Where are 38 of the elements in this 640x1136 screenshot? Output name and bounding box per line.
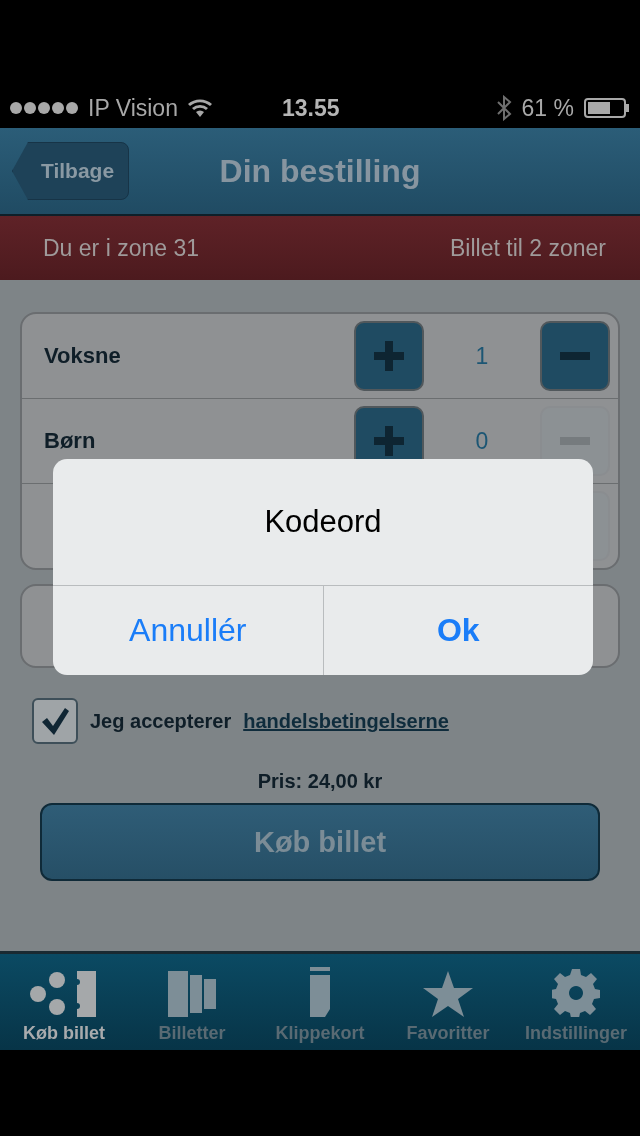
buy-button[interactable]: Køb billet xyxy=(40,803,600,881)
plus-icon xyxy=(374,426,404,456)
signal-icon xyxy=(10,102,78,114)
terms-checkbox[interactable] xyxy=(32,698,78,744)
wifi-icon xyxy=(187,99,212,117)
battery-icon xyxy=(584,98,630,118)
minus-icon xyxy=(560,352,590,360)
clock-time: 13.55 xyxy=(281,94,340,122)
carrier-name: IP Vision xyxy=(88,94,178,122)
terms-text: Jeg accepterer xyxy=(90,709,232,733)
passenger-label: Voksne xyxy=(44,343,122,369)
punch-card-icon xyxy=(308,967,332,1017)
bluetooth-icon xyxy=(495,95,512,121)
tickets-icon xyxy=(168,971,216,1017)
dialog-button[interactable]: Annullér xyxy=(53,586,323,675)
terms-link[interactable]: handelsbetingelserne xyxy=(243,709,449,733)
dots-ticket-icon xyxy=(29,971,99,1017)
tab-item[interactable]: Køb billet xyxy=(0,954,128,1050)
checkmark-icon xyxy=(40,706,70,736)
passenger-count: 1 xyxy=(474,342,490,370)
settings-icon xyxy=(552,969,600,1017)
current-zone: Du er i zone 31 xyxy=(43,234,199,262)
back-button[interactable]: Tilbage xyxy=(12,142,130,200)
passenger-label: Børn xyxy=(44,428,97,454)
tab-item[interactable]: Klippekort xyxy=(256,954,384,1050)
minus-button[interactable] xyxy=(540,321,610,391)
ticket-zones: Billet til 2 zoner xyxy=(450,234,606,262)
dialog-button[interactable]: Ok xyxy=(322,586,593,675)
battery-percent: 61 % xyxy=(521,94,574,122)
passenger-count: 0 xyxy=(474,427,490,455)
dialog-title: Kodeord xyxy=(53,459,593,586)
plus-icon xyxy=(374,341,404,371)
screen-title: Din bestilling xyxy=(219,152,421,190)
tab-item[interactable]: Favoritter xyxy=(384,954,512,1050)
star-icon xyxy=(423,971,473,1017)
tab-item[interactable]: Indstillinger xyxy=(512,954,640,1050)
tab-item[interactable]: Billetter xyxy=(128,954,256,1050)
price-text: Pris: 24,00 kr xyxy=(256,770,384,793)
